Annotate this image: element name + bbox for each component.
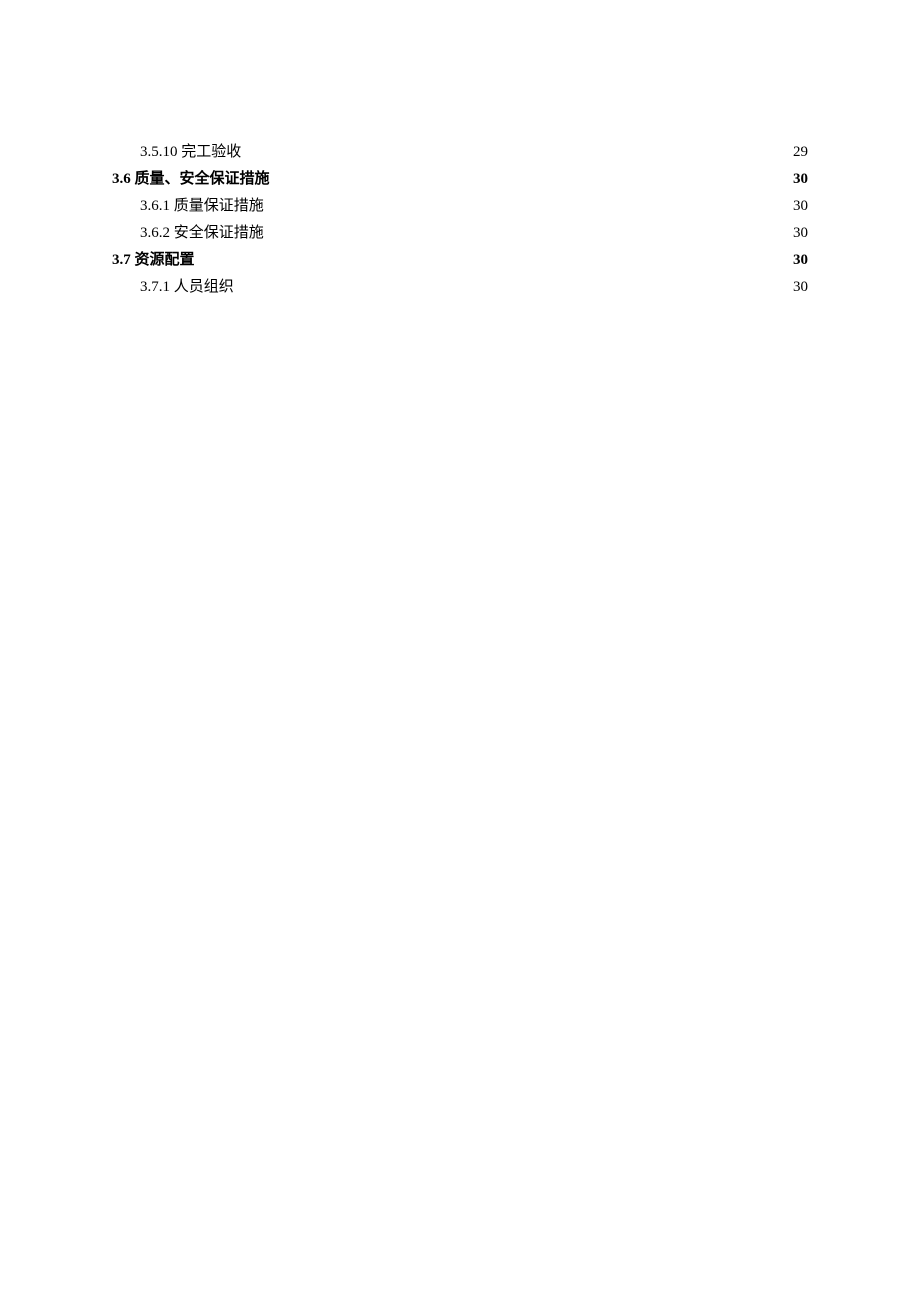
toc-label: 3.6 质量、安全保证措施 bbox=[112, 167, 270, 191]
toc-page-number: 29 bbox=[793, 140, 808, 164]
toc-label: 3.7 资源配置 bbox=[112, 248, 195, 272]
toc-entry[interactable]: 3.7 资源配置 30 bbox=[112, 248, 808, 272]
toc-entry[interactable]: 3.6 质量、安全保证措施 30 bbox=[112, 167, 808, 191]
toc-label: 3.6.2 安全保证措施 bbox=[140, 221, 264, 245]
toc-page-number: 30 bbox=[793, 275, 808, 299]
toc-label: 3.5.10 完工验收 bbox=[140, 140, 241, 164]
table-of-contents: 3.5.10 完工验收 29 3.6 质量、安全保证措施 30 3.6.1 质量… bbox=[112, 140, 808, 299]
toc-entry[interactable]: 3.7.1 人员组织 30 bbox=[112, 275, 808, 299]
toc-page-number: 30 bbox=[793, 248, 808, 272]
toc-label: 3.7.1 人员组织 bbox=[140, 275, 234, 299]
toc-entry[interactable]: 3.6.2 安全保证措施 30 bbox=[112, 221, 808, 245]
toc-label: 3.6.1 质量保证措施 bbox=[140, 194, 264, 218]
toc-page-number: 30 bbox=[793, 221, 808, 245]
toc-entry[interactable]: 3.6.1 质量保证措施 30 bbox=[112, 194, 808, 218]
toc-page-number: 30 bbox=[793, 194, 808, 218]
toc-page-number: 30 bbox=[793, 167, 808, 191]
toc-entry[interactable]: 3.5.10 完工验收 29 bbox=[112, 140, 808, 164]
